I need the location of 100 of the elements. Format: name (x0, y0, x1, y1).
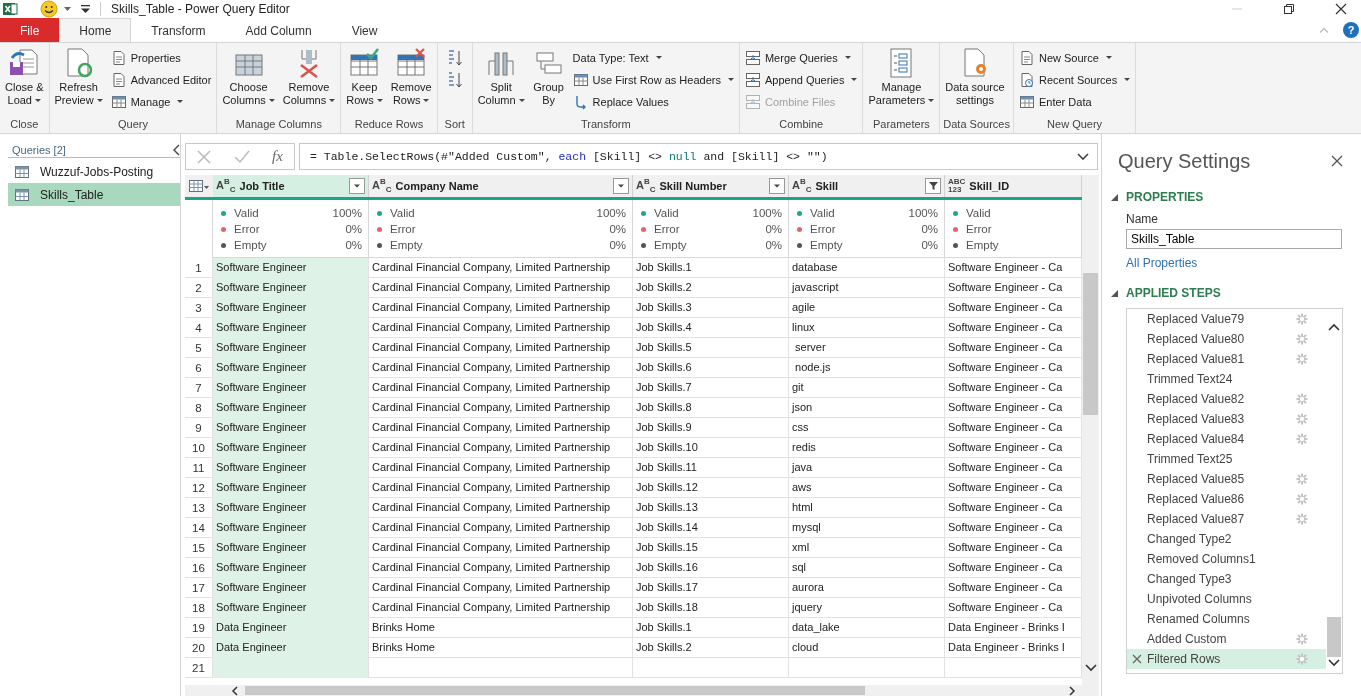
ribbon-button[interactable]: Manage Parameters (866, 47, 937, 107)
ribbon-button[interactable]: Enter Data (1016, 91, 1133, 112)
ribbon-button[interactable]: Manage (108, 91, 214, 112)
applied-step[interactable]: Replaced Value86 (1127, 489, 1326, 509)
ribbon-button[interactable]: Data source settings (943, 47, 1007, 107)
expand-triangle-icon[interactable] (1111, 289, 1118, 297)
table-cell: Software Engineer (213, 598, 369, 618)
column-header[interactable]: A$^{B}$$_{C}$ Skill Number (633, 175, 789, 197)
scroll-up-icon[interactable] (1328, 323, 1340, 331)
applied-step[interactable]: Filtered Rows (1127, 649, 1326, 669)
table-cell: Job Skills.8 (633, 398, 789, 418)
ribbon-tab[interactable]: Home (59, 18, 132, 42)
recent-icon (1018, 71, 1035, 88)
quality-label: Empty (390, 239, 424, 251)
table-icon (14, 187, 30, 202)
applied-step[interactable]: Changed Type3 (1127, 569, 1326, 589)
customize-toolbar-icon[interactable] (81, 5, 90, 13)
quality-percent: 100% (332, 207, 362, 219)
column-header[interactable]: A$^{B}$$_{C}$ Skill (789, 175, 945, 197)
applied-step[interactable]: Replaced Value85 (1127, 469, 1326, 489)
ribbon-button[interactable]: Remove Rows (388, 47, 434, 107)
ribbon-button[interactable]: Close & Load (3, 47, 46, 107)
applied-step[interactable]: Added Custom (1127, 629, 1326, 649)
applied-step[interactable]: Unpivoted Columns (1127, 589, 1326, 609)
restore-icon[interactable] (1283, 3, 1295, 15)
column-header[interactable]: A$^{B}$$_{C}$ Job Title (213, 175, 369, 197)
applied-step[interactable]: Trimmed Text24 (1127, 369, 1326, 389)
applied-step[interactable]: Replaced Value84 (1127, 429, 1326, 449)
dropdown-icon[interactable] (769, 178, 785, 194)
table-cell: Job Skills.16 (633, 558, 789, 578)
applied-step[interactable]: Replaced Value81 (1127, 349, 1326, 369)
applied-step[interactable]: Replaced Value87 (1127, 509, 1326, 529)
scroll-down-icon[interactable] (1084, 664, 1097, 672)
scroll-down-icon[interactable] (1328, 659, 1340, 667)
applied-step[interactable]: Trimmed Text25 (1127, 449, 1326, 469)
applied-step[interactable]: Renamed Columns (1127, 609, 1326, 629)
query-item[interactable]: Skills_Table (8, 183, 180, 206)
ribbon-button[interactable]: Remove Columns (280, 47, 338, 107)
ribbon-button[interactable]: Group By (530, 47, 567, 107)
formula-field[interactable]: = Table.SelectRows(#"Added Custom", each [Skill] <> null and [Skill] <> "") (299, 143, 1098, 170)
file-tab[interactable]: File (0, 18, 60, 42)
scroll-left-icon[interactable] (231, 685, 239, 696)
ribbon-button[interactable]: Keep Rows (344, 47, 385, 107)
help-button[interactable]: ? (1343, 22, 1359, 38)
ribbon-button[interactable]: Data Type: Text (570, 47, 736, 68)
field-label: Name (1126, 212, 1159, 226)
caret-icon (329, 99, 336, 102)
expand-icon[interactable] (1077, 152, 1089, 161)
section-heading: APPLIED STEPS (1126, 286, 1221, 300)
filter-icon[interactable] (925, 178, 941, 194)
ribbon-button[interactable]: Use First Row as Headers (570, 69, 736, 90)
sort-descending-icon[interactable] (446, 71, 463, 89)
group-label: Close (9, 117, 40, 132)
ribbon-button[interactable]: Refresh Preview (52, 47, 105, 107)
quality-label: Valid (654, 207, 680, 219)
group-label: Data Sources (943, 117, 1010, 132)
applied-step[interactable]: Changed Type2 (1127, 529, 1326, 549)
name-field[interactable]: Skills_Table (1126, 229, 1342, 249)
ribbon-button[interactable]: New Source (1016, 47, 1133, 68)
applied-step[interactable]: Replaced Value79 (1127, 309, 1326, 329)
quality-label: Empty (654, 239, 688, 251)
close-icon[interactable] (1331, 155, 1343, 167)
data-type-icon[interactable]: ABC 123 (948, 178, 966, 194)
applied-step[interactable]: Removed Columns1 (1127, 549, 1326, 569)
expand-triangle-icon[interactable] (1111, 193, 1118, 201)
ribbon-button[interactable]: Split Column (475, 47, 527, 107)
applied-step[interactable]: Replaced Value83 (1127, 409, 1326, 429)
dropdown-icon[interactable] (349, 178, 365, 194)
append-icon (744, 71, 761, 88)
column-header[interactable]: A$^{B}$$_{C}$ Company Name (369, 175, 633, 197)
delete-icon[interactable] (1132, 654, 1142, 664)
ribbon-button[interactable]: Recent Sources (1016, 69, 1133, 90)
ribbon-button[interactable]: Merge Queries (742, 47, 860, 68)
caret-icon[interactable] (64, 7, 71, 11)
table-cell: mysql (789, 518, 945, 538)
ribbon-tab[interactable]: Transform (131, 18, 226, 42)
scrollbar-thumb[interactable] (1327, 617, 1341, 657)
fx-button[interactable]: fx (271, 148, 283, 165)
table-cell: Cardinal Financial Company, Limited Partnership (369, 538, 633, 558)
check-icon[interactable] (233, 149, 250, 164)
scrollbar-thumb[interactable] (1083, 273, 1098, 415)
collapse-icon[interactable] (172, 144, 180, 156)
query-item[interactable]: Wuzzuf-Jobs-Posting (8, 160, 180, 183)
close-icon[interactable] (1335, 3, 1347, 15)
all-properties-link[interactable]: All Properties (1126, 256, 1343, 270)
applied-step[interactable]: Replaced Value82 (1127, 389, 1326, 409)
smiley-icon[interactable] (40, 0, 58, 18)
scroll-right-icon[interactable] (1068, 685, 1076, 696)
dropdown-icon[interactable] (613, 178, 629, 194)
table-menu-icon[interactable] (188, 179, 210, 193)
ribbon-tab[interactable]: Add Column (225, 18, 332, 42)
applied-step[interactable]: Replaced Value80 (1127, 329, 1326, 349)
ribbon-button[interactable]: Properties (108, 47, 214, 68)
ribbon-tab[interactable]: View (331, 18, 398, 42)
ribbon-button[interactable]: Choose Columns (220, 47, 277, 107)
ribbon-button[interactable]: Append Queries (742, 69, 860, 90)
sort-ascending-icon[interactable] (446, 49, 463, 67)
ribbon-button[interactable]: Advanced Editor (108, 69, 214, 90)
ribbon-button[interactable]: Replace Values (570, 91, 736, 112)
scrollbar-thumb[interactable] (245, 686, 865, 695)
